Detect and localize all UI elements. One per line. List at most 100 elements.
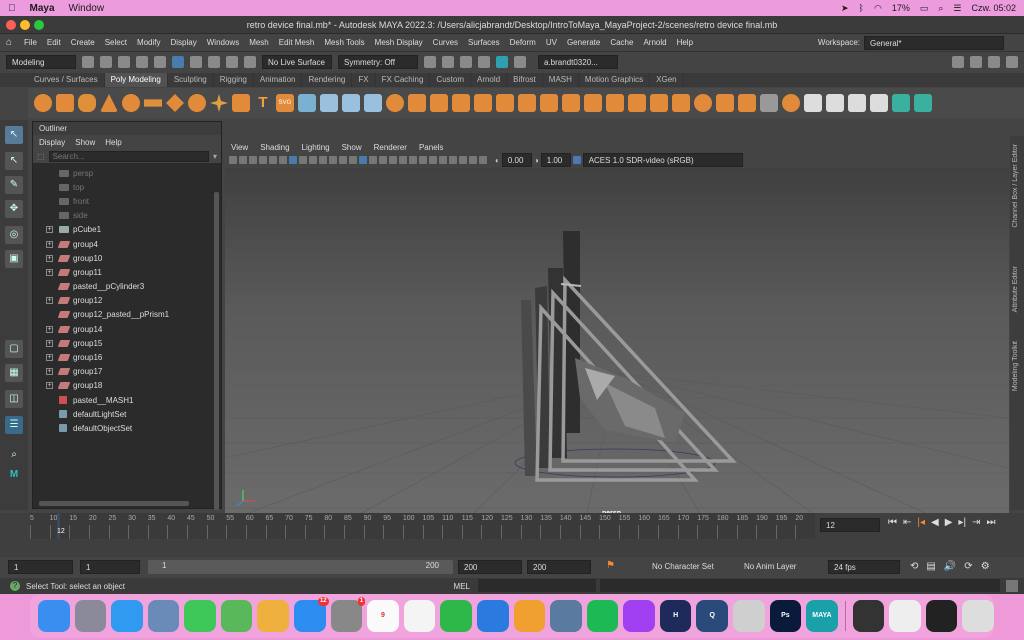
safe-action-icon[interactable] <box>339 156 347 164</box>
go-to-start-icon[interactable]: ⏮ <box>888 517 897 528</box>
poly-cylinder-icon[interactable] <box>78 94 96 112</box>
shelf-tab-rendering[interactable]: Rendering <box>302 73 353 87</box>
hypershade-icon[interactable] <box>496 56 508 68</box>
outliner-item[interactable]: + group11 <box>33 265 221 279</box>
bluetooth-icon[interactable]: ᛒ <box>859 3 864 13</box>
textured-icon[interactable] <box>379 156 387 164</box>
shelf-tab-sculpting[interactable]: Sculpting <box>168 73 214 87</box>
maya-logo-icon[interactable]: M <box>5 466 23 484</box>
outliner-layout-icon[interactable]: ☰ <box>5 416 23 434</box>
animation-start-field[interactable]: 1 <box>8 560 73 574</box>
undo-icon[interactable] <box>136 56 148 68</box>
ambient-occlusion-icon[interactable] <box>409 156 417 164</box>
dock-pages-icon[interactable] <box>513 600 546 632</box>
menu-windows[interactable]: Windows <box>207 38 239 47</box>
quad-draw-icon[interactable] <box>650 94 668 112</box>
poly-plane-icon[interactable] <box>144 99 162 107</box>
menu-uv[interactable]: UV <box>546 38 557 47</box>
anim-layer-dropdown[interactable]: No Anim Layer <box>744 562 796 571</box>
mel-command-input[interactable] <box>478 579 596 592</box>
menu-edit-mesh[interactable]: Edit Mesh <box>279 38 315 47</box>
dock-messenger-icon[interactable] <box>623 600 655 632</box>
menu-select[interactable]: Select <box>105 38 127 47</box>
xray-components-icon[interactable] <box>479 156 487 164</box>
viewport-menu-panels[interactable]: Panels <box>419 143 443 152</box>
outliner-item[interactable]: pasted__MASH1 <box>33 393 221 407</box>
multi-cut-icon[interactable] <box>606 94 624 112</box>
sweep-mesh-icon[interactable] <box>232 94 250 112</box>
menu-generate[interactable]: Generate <box>567 38 600 47</box>
outliner-vertical-scrollbar[interactable] <box>214 192 219 510</box>
outliner-item[interactable]: defaultLightSet <box>33 407 221 421</box>
viewport-menu-view[interactable]: View <box>231 143 248 152</box>
dock-system-preferences-icon[interactable]: 1 <box>330 597 366 632</box>
camera-attributes-icon[interactable] <box>239 156 247 164</box>
dock-app-store-icon[interactable]: 12 <box>294 597 329 632</box>
bridge-icon[interactable] <box>540 94 558 112</box>
open-scene-icon[interactable] <box>100 56 112 68</box>
menu-curves[interactable]: Curves <box>433 38 458 47</box>
extrude-icon[interactable] <box>518 94 536 112</box>
outliner-menu-show[interactable]: Show <box>75 138 95 147</box>
dock-numbers-icon[interactable] <box>440 600 472 632</box>
gamma-field[interactable]: 1.00 <box>540 153 571 167</box>
fill-hole-icon[interactable] <box>474 94 492 112</box>
dock-zbrush-icon[interactable] <box>732 600 765 632</box>
exposure-field[interactable]: 0.00 <box>501 153 532 167</box>
shadows-icon[interactable] <box>399 156 407 164</box>
menu-edit[interactable]: Edit <box>47 38 61 47</box>
playback-start-field[interactable]: 1 <box>80 560 140 574</box>
render-icon[interactable] <box>442 56 454 68</box>
wifi-icon[interactable]: ◠ <box>874 3 882 14</box>
expand-icon[interactable]: + <box>46 339 53 347</box>
dock-screenshot-2-icon[interactable] <box>889 600 921 632</box>
menu-display[interactable]: Display <box>171 38 197 47</box>
outliner-search-input[interactable] <box>48 150 209 162</box>
svg-tool-icon[interactable]: SVG <box>276 94 294 112</box>
dock-keynote-icon[interactable] <box>476 600 509 632</box>
film-gate-icon[interactable] <box>299 156 307 164</box>
outliner-item[interactable]: + group12 <box>33 294 221 308</box>
shelf-tab-rigging[interactable]: Rigging <box>214 73 254 87</box>
select-tool-icon[interactable]: ↖ <box>5 126 23 144</box>
select-hierarchy-icon[interactable] <box>172 56 184 68</box>
redo-icon[interactable] <box>154 56 166 68</box>
menu-arnold[interactable]: Arnold <box>643 38 666 47</box>
menu-deform[interactable]: Deform <box>510 38 536 47</box>
menu-modify[interactable]: Modify <box>137 38 161 47</box>
auto-key-icon[interactable]: ⚑ <box>606 560 615 571</box>
expand-icon[interactable]: + <box>46 297 53 305</box>
shelf-tab-animation[interactable]: Animation <box>254 73 303 87</box>
slide-edge-icon[interactable] <box>738 94 756 112</box>
wireframe-on-shaded-icon[interactable] <box>369 156 377 164</box>
lights-icon[interactable] <box>389 156 397 164</box>
control-center-icon[interactable]: ☰ <box>953 3 961 14</box>
combine-icon[interactable] <box>320 94 338 112</box>
modeling-toolkit-icon[interactable] <box>952 56 964 68</box>
super-shape-icon[interactable] <box>210 94 228 112</box>
user-account-dropdown[interactable]: a.brandt0320... <box>538 55 618 69</box>
field-chart-icon[interactable] <box>329 156 337 164</box>
append-polygon-icon[interactable] <box>584 94 602 112</box>
xray-icon[interactable] <box>459 156 467 164</box>
time-ruler[interactable]: 5 10 15 20 25 30 35 40 45 50 55 60 65 70 75 80 85 90 95 100… <box>30 513 815 539</box>
expand-icon[interactable]: + <box>46 368 53 376</box>
shelf-tab-arnold[interactable]: Arnold <box>471 73 508 87</box>
paint-select-icon[interactable]: ✎ <box>5 176 23 194</box>
app-menu-maya[interactable]: Maya <box>30 3 55 14</box>
viewport-menu-shading[interactable]: Shading <box>260 143 289 152</box>
zoom-window-button[interactable] <box>34 20 44 30</box>
freeze-transform-icon[interactable] <box>826 94 844 112</box>
outliner-menu-help[interactable]: Help <box>105 138 121 147</box>
planar-uv-icon[interactable] <box>782 94 800 112</box>
fps-dropdown[interactable]: 24 fps <box>828 560 900 574</box>
menu-help[interactable]: Help <box>677 38 693 47</box>
filter-icon[interactable]: ⬚ <box>37 152 45 161</box>
attribute-editor-tab[interactable]: Attribute Editor <box>1012 266 1019 312</box>
tool-settings-icon[interactable] <box>1006 56 1018 68</box>
shelf-tab-bifrost[interactable]: Bifrost <box>507 73 543 87</box>
poly-sphere-icon[interactable] <box>34 94 52 112</box>
expand-icon[interactable]: + <box>46 254 53 262</box>
bevel-icon[interactable] <box>562 94 580 112</box>
viewport-menu-show[interactable]: Show <box>342 143 362 152</box>
